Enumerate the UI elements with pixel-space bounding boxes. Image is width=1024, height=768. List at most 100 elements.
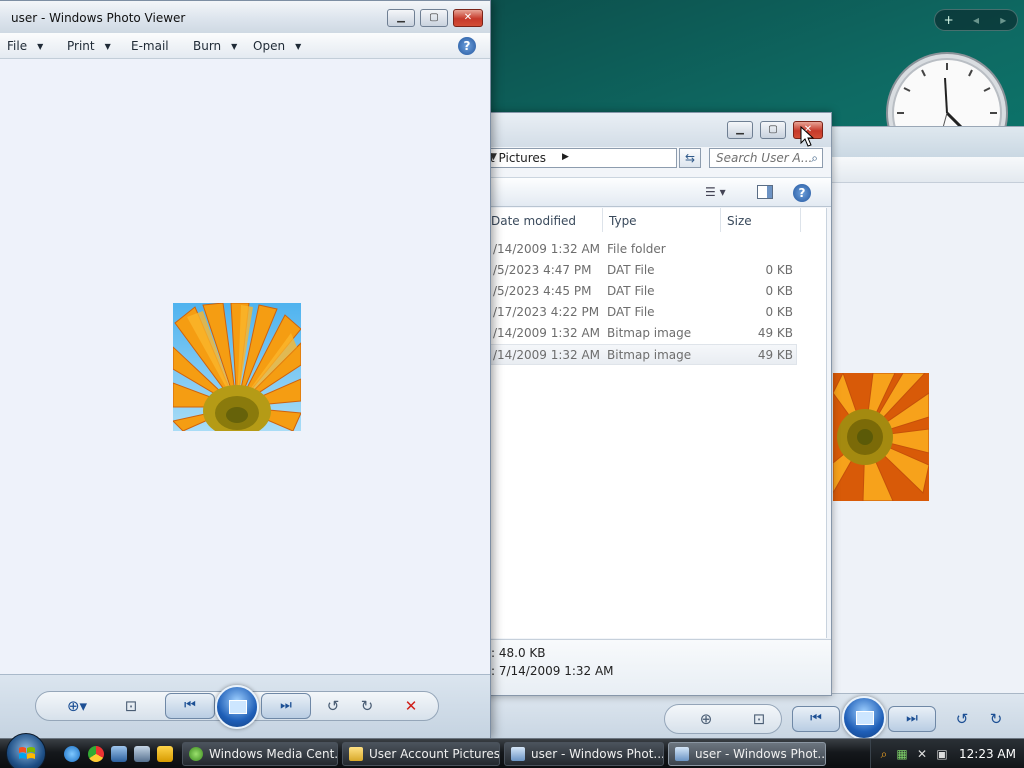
background-photo-viewer-window xyxy=(800,126,1024,738)
slideshow-button[interactable] xyxy=(842,696,886,740)
file-type: Bitmap image xyxy=(607,326,692,340)
file-row[interactable]: /14/2009 1:32 AM Bitmap image 49 KB xyxy=(481,323,797,344)
menu-file[interactable]: File ▼ xyxy=(7,39,43,53)
column-header-date[interactable]: Date modified xyxy=(485,208,603,232)
file-date: /14/2009 1:32 AM xyxy=(493,348,601,362)
next-button[interactable]: ⏭ xyxy=(888,706,936,732)
menu-open-label: Open xyxy=(253,39,286,53)
minimize-button[interactable]: ▁ xyxy=(727,121,753,139)
network-icon[interactable]: ▦ xyxy=(895,747,909,761)
file-date: /17/2023 4:22 PM xyxy=(493,305,600,319)
delete-icon[interactable]: ✕ xyxy=(399,697,423,715)
minimize-button[interactable]: ▁ xyxy=(387,9,415,27)
previous-button[interactable]: ⏮ xyxy=(165,693,215,719)
file-date: /5/2023 4:45 PM xyxy=(493,284,592,298)
internet-explorer-icon[interactable] xyxy=(64,746,80,762)
actual-size-icon[interactable]: ⊡ xyxy=(747,710,771,728)
column-header-type[interactable]: Type xyxy=(603,208,721,232)
refresh-button[interactable]: ⇆ xyxy=(679,148,701,168)
system-clock[interactable]: 12:23 AM xyxy=(959,747,1016,761)
task-label: user - Windows Phot... xyxy=(531,747,664,761)
menu-open[interactable]: Open ▼ xyxy=(253,39,301,53)
maximize-button[interactable]: ▢ xyxy=(760,121,786,139)
chevron-down-icon: ▼ xyxy=(295,42,302,51)
views-button[interactable]: ☰ ▾ xyxy=(705,185,726,199)
photo-viewer-window: user - Windows Photo Viewer ▁ ▢ ✕ File ▼ … xyxy=(0,0,491,739)
chevron-down-icon: ▼ xyxy=(37,42,44,51)
file-list[interactable]: Date modified Type Size /14/2009 1:32 AM… xyxy=(471,208,827,638)
file-date: /14/2009 1:32 AM xyxy=(493,242,601,256)
file-row[interactable]: /5/2023 4:45 PM DAT File 0 KB xyxy=(481,281,797,302)
address-dropdown-icon[interactable]: ▼ xyxy=(490,152,672,162)
details-date: : 7/14/2009 1:32 AM xyxy=(491,664,614,678)
task-photo-viewer-2[interactable]: user - Windows Phot... xyxy=(668,742,826,766)
menu-print-label: Print xyxy=(67,39,95,53)
task-windows-media-center[interactable]: Windows Media Cent... xyxy=(182,742,338,766)
task-photo-viewer-1[interactable]: user - Windows Phot... xyxy=(504,742,664,766)
media-player-icon[interactable] xyxy=(157,746,173,762)
help-icon[interactable]: ? xyxy=(793,184,811,202)
command-bar: ☰ ▾ ? xyxy=(471,177,831,207)
task-label: Windows Media Cent... xyxy=(209,747,338,761)
menu-burn[interactable]: Burn ▼ xyxy=(193,39,237,53)
show-desktop-icon[interactable] xyxy=(111,746,127,762)
preview-pane-button[interactable] xyxy=(757,185,773,199)
volume-muted-icon[interactable]: ✕ xyxy=(915,747,929,761)
search-placeholder: Search User A... xyxy=(716,151,813,165)
folder-icon xyxy=(349,747,363,761)
chrome-icon[interactable] xyxy=(88,746,104,762)
previous-button[interactable]: ⏮ xyxy=(792,706,840,732)
next-button[interactable]: ⏭ xyxy=(261,693,311,719)
gadget-prev-button[interactable]: ◂ xyxy=(966,13,986,27)
playback-controls: ⊕▾ ⊡ ⏮ ⏭ ↺ ↻ ✕ xyxy=(0,674,490,738)
file-row[interactable]: /17/2023 4:22 PM DAT File 0 KB xyxy=(481,302,797,323)
power-icon[interactable]: ▣ xyxy=(935,747,949,761)
search-icon[interactable]: ⌕ xyxy=(811,151,818,166)
file-date: /14/2009 1:32 AM xyxy=(493,326,601,340)
file-type: DAT File xyxy=(607,263,655,277)
actual-size-icon[interactable]: ⊡ xyxy=(119,697,143,715)
image-canvas[interactable] xyxy=(0,59,490,674)
close-button[interactable]: ✕ xyxy=(453,9,483,27)
photo-viewer-icon xyxy=(511,747,525,761)
file-size: 49 KB xyxy=(757,348,793,362)
rotate-counterclockwise-icon[interactable]: ↺ xyxy=(950,710,974,728)
column-header-size[interactable]: Size xyxy=(721,208,801,232)
start-button[interactable] xyxy=(6,733,46,768)
chevron-down-icon: ▼ xyxy=(104,42,111,51)
explorer-titlebar: ▁ ▢ ✕ xyxy=(471,113,831,147)
menu-email[interactable]: E-mail xyxy=(131,39,169,53)
task-user-account-pictures[interactable]: User Account Pictures xyxy=(342,742,500,766)
taskbar: Windows Media Cent... User Account Pictu… xyxy=(0,733,1024,768)
file-type: Bitmap image xyxy=(607,348,692,362)
file-date: /5/2023 4:47 PM xyxy=(493,263,592,277)
menu-email-label: E-mail xyxy=(131,39,169,53)
search-icon[interactable]: ⌕ xyxy=(877,747,891,761)
address-bar[interactable]: t Pictures ▶ ▼ xyxy=(481,148,677,168)
chevron-down-icon: ▼ xyxy=(231,42,238,51)
background-viewer-photo xyxy=(833,373,929,501)
slideshow-button[interactable] xyxy=(215,685,259,729)
rotate-counterclockwise-icon[interactable]: ↺ xyxy=(321,697,345,715)
menu-print[interactable]: Print ▼ xyxy=(67,39,111,53)
zoom-icon[interactable]: ⊕ xyxy=(694,710,718,728)
gadget-next-button[interactable]: ▸ xyxy=(993,13,1013,27)
background-viewer-controls: ⊕ ⊡ ⏮ ⏭ ↺ ↻ xyxy=(490,693,1024,740)
file-row-selected[interactable]: /14/2009 1:32 AM Bitmap image 49 KB xyxy=(481,344,797,365)
photo-viewer-titlebar: user - Windows Photo Viewer ▁ ▢ ✕ xyxy=(0,1,490,33)
sidebar-gadget-controls: + ◂ ▸ xyxy=(934,9,1018,31)
help-icon[interactable]: ? xyxy=(458,37,476,55)
rotate-clockwise-icon[interactable]: ↻ xyxy=(984,710,1008,728)
search-input[interactable]: Search User A... ⌕ xyxy=(709,148,823,168)
maximize-button[interactable]: ▢ xyxy=(420,9,448,27)
switch-windows-icon[interactable] xyxy=(134,746,150,762)
background-viewer-titlebar xyxy=(801,127,1024,157)
file-row[interactable]: /5/2023 4:47 PM DAT File 0 KB xyxy=(481,260,797,281)
rotate-clockwise-icon[interactable]: ↻ xyxy=(355,697,379,715)
file-row[interactable]: /14/2009 1:32 AM File folder xyxy=(481,239,797,260)
displayed-photo xyxy=(173,303,301,431)
add-gadget-button[interactable]: + xyxy=(939,13,959,27)
file-type: DAT File xyxy=(607,305,655,319)
zoom-icon[interactable]: ⊕▾ xyxy=(65,697,89,715)
task-label: user - Windows Phot... xyxy=(695,747,826,761)
